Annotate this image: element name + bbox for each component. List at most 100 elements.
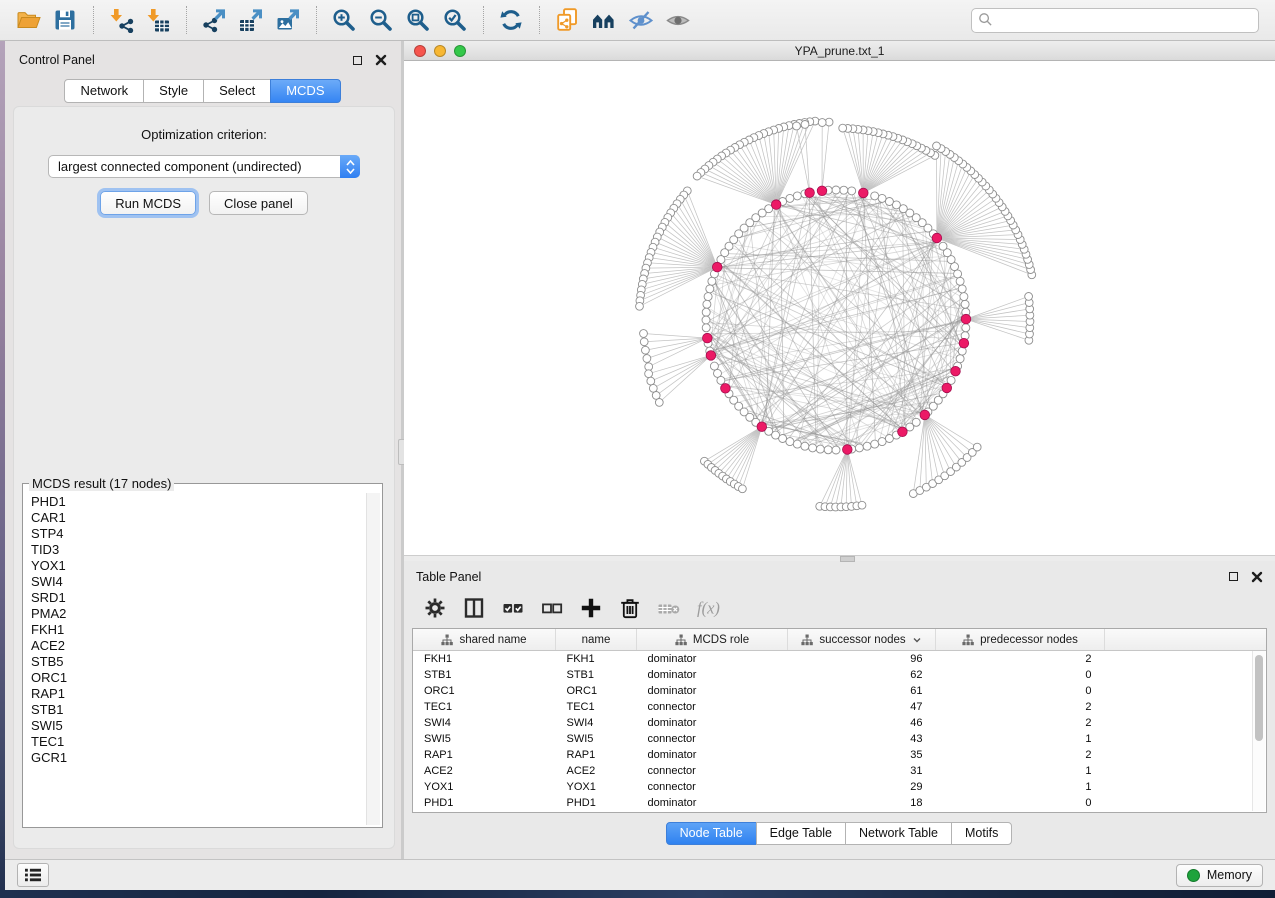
- mcds-result-item[interactable]: SRD1: [31, 590, 366, 606]
- mcds-result-item[interactable]: ACE2: [31, 638, 366, 654]
- status-bar: Memory: [5, 859, 1275, 890]
- control-panel-float-button[interactable]: [353, 56, 362, 65]
- mcds-result-item[interactable]: STB1: [31, 702, 366, 718]
- column-header-predecessor-nodes[interactable]: predecessor nodes: [936, 629, 1105, 651]
- control-panel: Control Panel NetworkStyleSelectMCDS Opt…: [5, 41, 401, 859]
- save-session-button[interactable]: [50, 5, 81, 36]
- mcds-result-group: MCDS result (17 nodes) PHD1CAR1STP4TID3Y…: [22, 476, 383, 828]
- mcds-result-item[interactable]: STB5: [31, 654, 366, 670]
- table-row[interactable]: TEC1TEC1connector472: [413, 699, 1266, 715]
- show-all-button[interactable]: [663, 5, 694, 36]
- task-history-button[interactable]: [17, 863, 49, 887]
- clear-selection-button[interactable]: [537, 594, 567, 622]
- mcds-result-item[interactable]: TID3: [31, 542, 366, 558]
- fx-button: f(x): [693, 594, 723, 622]
- window-minimize-traffic-light[interactable]: [434, 45, 446, 57]
- import-network-button[interactable]: [106, 5, 137, 36]
- control-panel-tabs: NetworkStyleSelectMCDS: [5, 79, 401, 103]
- zoom-fit-button[interactable]: [403, 5, 434, 36]
- column-header-shared-name[interactable]: shared name: [413, 629, 556, 651]
- table-row[interactable]: FKH1FKH1dominator962: [413, 651, 1266, 668]
- mcds-result-item[interactable]: GCR1: [31, 750, 366, 766]
- delete-button[interactable]: [615, 594, 645, 622]
- table-row[interactable]: ACE2ACE2connector311: [413, 763, 1266, 779]
- svg-text:f(x): f(x): [697, 599, 720, 618]
- main-toolbar: [0, 0, 1275, 41]
- table-row[interactable]: PHD1PHD1dominator180: [413, 795, 1266, 811]
- refresh-button[interactable]: [496, 5, 527, 36]
- memory-button[interactable]: Memory: [1176, 864, 1263, 887]
- column-header-mcds-role[interactable]: MCDS role: [637, 629, 788, 651]
- export-table-button[interactable]: [236, 5, 267, 36]
- network-canvas[interactable]: [404, 61, 1275, 555]
- columns-button[interactable]: [459, 594, 489, 622]
- main-toolbar-icons: [10, 5, 697, 36]
- optimization-criterion-select[interactable]: largest connected component (undirected): [48, 155, 360, 178]
- control-panel-close-button[interactable]: [375, 54, 387, 66]
- select-all-button[interactable]: [498, 594, 528, 622]
- tab-select[interactable]: Select: [203, 79, 271, 103]
- column-header-filler: [1105, 629, 1267, 651]
- tab-network[interactable]: Network: [64, 79, 144, 103]
- table-scrollbar-thumb[interactable]: [1255, 655, 1263, 741]
- memory-label: Memory: [1207, 868, 1252, 882]
- mcds-result-item[interactable]: ORC1: [31, 670, 366, 686]
- export-image-button[interactable]: [273, 5, 304, 36]
- mcds-result-item[interactable]: SWI5: [31, 718, 366, 734]
- table-row[interactable]: RAP1RAP1dominator352: [413, 747, 1266, 763]
- tab-edge-table[interactable]: Edge Table: [756, 822, 846, 845]
- mcds-result-item[interactable]: STP4: [31, 526, 366, 542]
- column-type-icon: [962, 634, 974, 646]
- toolbar-separator: [93, 6, 94, 34]
- tab-mcds[interactable]: MCDS: [270, 79, 340, 103]
- table-row[interactable]: YOX1YOX1connector291: [413, 779, 1266, 795]
- window-close-traffic-light[interactable]: [414, 45, 426, 57]
- import-table-button[interactable]: [143, 5, 174, 36]
- close-panel-button[interactable]: Close panel: [209, 191, 308, 215]
- mcds-result-item[interactable]: RAP1: [31, 686, 366, 702]
- mcds-result-item[interactable]: PHD1: [31, 494, 366, 510]
- window-maximize-traffic-light[interactable]: [454, 45, 466, 57]
- table-panel-float-button[interactable]: [1229, 572, 1238, 581]
- mcds-result-item[interactable]: TEC1: [31, 734, 366, 750]
- mcds-result-item[interactable]: FKH1: [31, 622, 366, 638]
- settings-button[interactable]: [420, 594, 450, 622]
- horizontal-splitter[interactable]: [404, 555, 1275, 561]
- optimization-criterion-value: largest connected component (undirected): [58, 159, 302, 174]
- table-scrollbar[interactable]: [1252, 651, 1265, 811]
- zoom-in-button[interactable]: [329, 5, 360, 36]
- open-file-button[interactable]: [13, 5, 44, 36]
- export-network-button[interactable]: [199, 5, 230, 36]
- mcds-result-item[interactable]: CAR1: [31, 510, 366, 526]
- zoom-selected-button[interactable]: [440, 5, 471, 36]
- node-table: shared namenameMCDS rolesuccessor nodesp…: [412, 628, 1267, 813]
- mcds-result-item[interactable]: YOX1: [31, 558, 366, 574]
- horizontal-splitter-handle[interactable]: [840, 556, 855, 562]
- column-header-name[interactable]: name: [556, 629, 637, 651]
- zoom-out-button[interactable]: [366, 5, 397, 36]
- hide-selected-button[interactable]: [626, 5, 657, 36]
- first-neighbors-button[interactable]: [589, 5, 620, 36]
- tab-node-table[interactable]: Node Table: [666, 822, 757, 845]
- run-mcds-button[interactable]: Run MCDS: [100, 191, 196, 215]
- table-row[interactable]: ORC1ORC1dominator610: [413, 683, 1266, 699]
- column-header-successor-nodes[interactable]: successor nodes: [788, 629, 936, 651]
- search-box: [971, 8, 1259, 33]
- toolbar-separator: [539, 6, 540, 34]
- mcds-result-item[interactable]: PMA2: [31, 606, 366, 622]
- memory-status-icon: [1187, 869, 1200, 882]
- mcds-result-item[interactable]: SWI4: [31, 574, 366, 590]
- table-row[interactable]: SWI5SWI5connector431: [413, 731, 1266, 747]
- tab-motifs[interactable]: Motifs: [951, 822, 1012, 845]
- copy-session-button[interactable]: [552, 5, 583, 36]
- network-window-title: YPA_prune.txt_1: [404, 44, 1275, 58]
- table-row[interactable]: STB1STB1dominator620: [413, 667, 1266, 683]
- table-panel-close-button[interactable]: [1251, 571, 1263, 583]
- tab-style[interactable]: Style: [143, 79, 204, 103]
- sort-descending-icon: [912, 635, 922, 645]
- table-row[interactable]: SWI4SWI4dominator462: [413, 715, 1266, 731]
- tab-network-table[interactable]: Network Table: [845, 822, 952, 845]
- search-input[interactable]: [971, 8, 1259, 33]
- mcds-result-scrollbar[interactable]: [366, 493, 380, 825]
- add-button[interactable]: [576, 594, 606, 622]
